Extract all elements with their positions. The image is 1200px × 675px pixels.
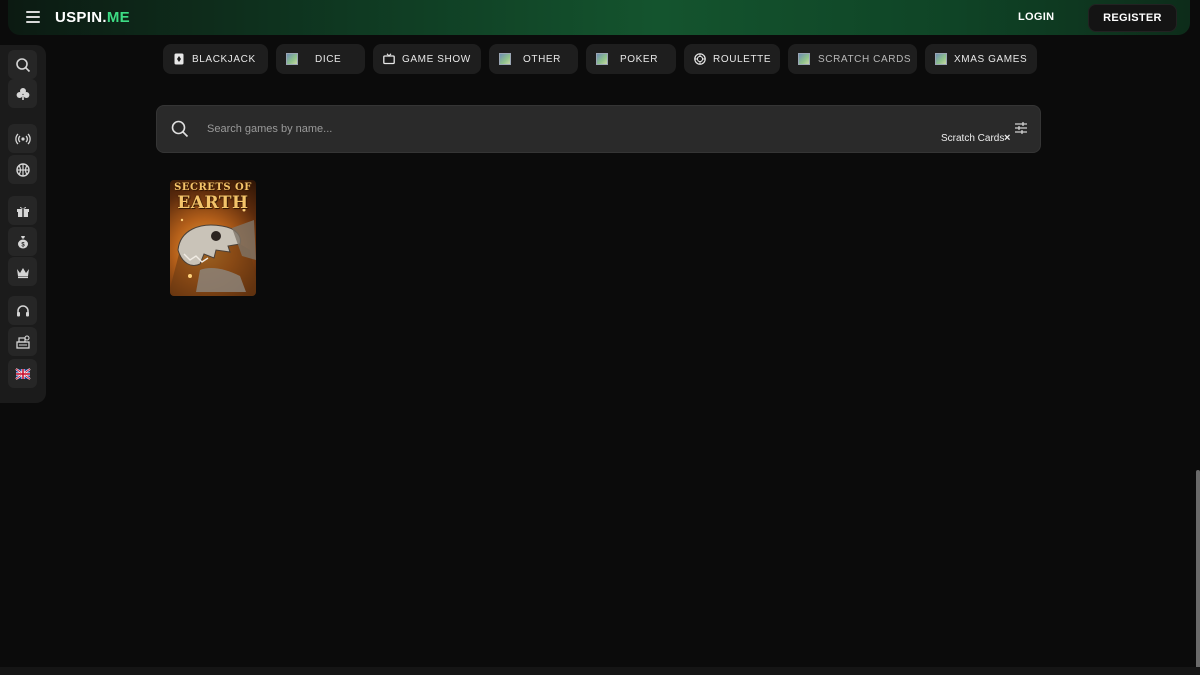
category-game-show[interactable]: GAME SHOW [373,44,481,74]
login-button[interactable]: LOGIN [1018,11,1054,23]
search-icon [171,120,189,138]
clear-filter-icon[interactable]: × [1004,133,1010,144]
top-header: USPIN.ME LOGIN REGISTER [8,0,1190,35]
active-filter-label: Scratch Cards [941,133,1005,144]
gift-icon[interactable] [8,196,37,225]
category-other[interactable]: OTHER [489,44,578,74]
register-button[interactable]: REGISTER [1088,4,1177,32]
category-label: POKER [620,54,659,65]
game-card-secrets-of-earth[interactable]: SECRETS OF EARTH [170,180,256,296]
category-poker[interactable]: POKER [586,44,676,74]
category-label: DICE [315,54,342,65]
playing-card-icon [174,53,184,65]
cash-register-icon[interactable] [8,327,37,356]
roulette-icon [694,53,706,65]
category-blackjack[interactable]: BLACKJACK [163,44,268,74]
image-placeholder-icon [286,53,298,65]
game-title-line1: SECRETS OF [174,182,252,193]
image-placeholder-icon [935,53,947,65]
game-title-line2: EARTH [177,193,249,213]
category-label: ROULETTE [713,54,772,65]
category-label: GAME SHOW [402,54,471,65]
search-input[interactable] [207,120,807,138]
left-sidebar: $ [0,45,46,403]
image-placeholder-icon [499,53,511,65]
category-scratch-cards[interactable]: SCRATCH CARDS [788,44,917,74]
category-label: XMAS GAMES [954,54,1028,65]
tv-icon [383,53,395,65]
filter-sliders-icon[interactable] [1014,121,1028,135]
category-label: OTHER [523,54,561,65]
club-icon[interactable] [8,79,37,108]
logo-text-accent: ME [106,9,130,26]
game-search-bar: Scratch Cards × [156,105,1041,153]
money-bag-icon[interactable]: $ [8,227,37,256]
image-placeholder-icon [596,53,608,65]
site-logo[interactable]: USPIN.ME [55,9,130,26]
crown-icon[interactable] [8,257,37,286]
basketball-icon[interactable] [8,155,37,184]
bottom-edge-bar [0,667,1200,675]
image-placeholder-icon [798,53,810,65]
logo-text-main: USPIN. [55,9,107,26]
category-roulette[interactable]: ROULETTE [684,44,780,74]
category-label: BLACKJACK [192,54,256,65]
uk-flag-icon[interactable] [8,359,37,388]
search-icon[interactable] [8,50,37,79]
category-xmas-games[interactable]: XMAS GAMES [925,44,1037,74]
headset-icon[interactable] [8,296,37,325]
hamburger-menu-icon[interactable] [26,11,40,23]
live-broadcast-icon[interactable] [8,124,37,153]
category-label: SCRATCH CARDS [818,54,912,65]
page-scrollbar[interactable] [1196,470,1200,670]
category-dice[interactable]: DICE [276,44,365,74]
